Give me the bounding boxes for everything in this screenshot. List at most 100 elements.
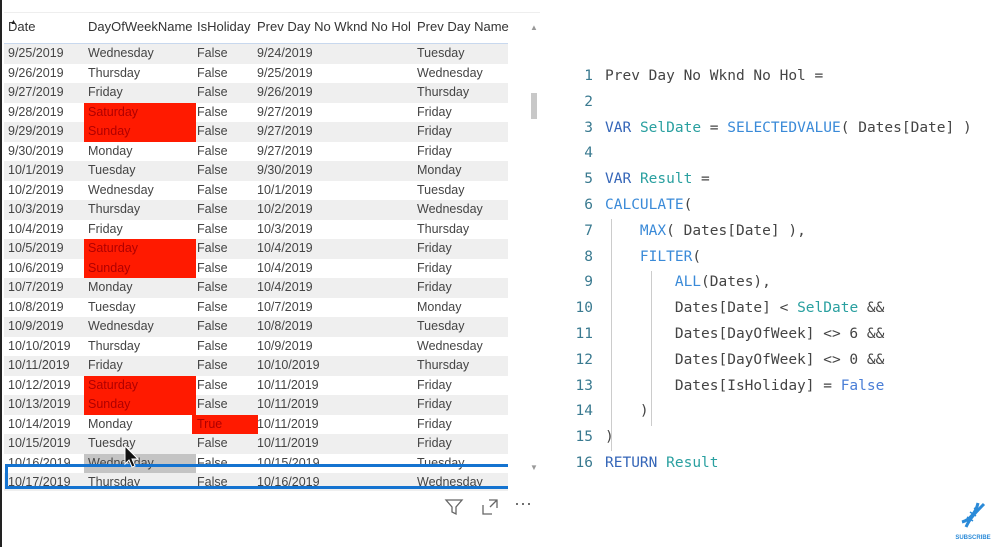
date-cell[interactable]: 10/3/2019: [8, 200, 64, 220]
date-cell[interactable]: 9/30/2019: [8, 142, 64, 162]
prev-day-name-cell[interactable]: Monday: [417, 298, 461, 318]
date-cell[interactable]: 10/4/2019: [8, 220, 64, 240]
prev-day-cell[interactable]: 10/15/2019: [257, 454, 320, 474]
date-cell[interactable]: 9/26/2019: [8, 64, 64, 84]
date-cell[interactable]: 10/7/2019: [8, 278, 64, 298]
date-cell[interactable]: 10/11/2019: [8, 356, 70, 376]
is-holiday-cell[interactable]: False: [192, 220, 258, 240]
prev-day-cell[interactable]: 10/1/2019: [257, 181, 313, 201]
date-cell[interactable]: 9/27/2019: [8, 83, 64, 103]
prev-day-name-cell[interactable]: Friday: [417, 259, 452, 279]
day-name-cell[interactable]: Wednesday: [84, 317, 196, 337]
prev-day-name-cell[interactable]: Friday: [417, 395, 452, 415]
is-holiday-cell[interactable]: False: [192, 278, 258, 298]
more-options-icon[interactable]: ⋯: [514, 494, 532, 515]
day-name-cell[interactable]: Saturday: [84, 102, 196, 122]
is-holiday-cell[interactable]: False: [192, 473, 258, 491]
prev-day-cell[interactable]: 10/9/2019: [257, 337, 313, 357]
is-holiday-cell[interactable]: False: [192, 395, 258, 415]
is-holiday-cell[interactable]: False: [192, 44, 258, 64]
scroll-down-icon[interactable]: ▼: [530, 463, 538, 472]
is-holiday-cell[interactable]: False: [192, 337, 258, 357]
prev-day-cell[interactable]: 9/30/2019: [257, 161, 313, 181]
day-name-cell[interactable]: Thursday: [84, 200, 196, 220]
prev-day-name-cell[interactable]: Thursday: [417, 83, 469, 103]
table-row[interactable]: 10/7/2019 Monday False 10/4/2019 Friday: [4, 278, 508, 298]
table-row[interactable]: 9/25/2019 Wednesday False 9/24/2019 Tuesday: [4, 44, 508, 64]
filter-icon[interactable]: [444, 497, 464, 522]
day-name-cell[interactable]: Tuesday: [84, 161, 196, 181]
day-name-cell[interactable]: Tuesday: [84, 434, 196, 454]
prev-day-cell[interactable]: 9/27/2019: [257, 122, 313, 142]
table-row[interactable]: 10/3/2019 Thursday False 10/2/2019 Wednesday: [4, 200, 508, 220]
scrollbar-thumb[interactable]: [531, 93, 537, 119]
prev-day-name-cell[interactable]: Friday: [417, 122, 452, 142]
prev-day-name-cell[interactable]: Wednesday: [417, 473, 483, 491]
prev-day-name-cell[interactable]: Tuesday: [417, 44, 464, 64]
column-header-prev-day[interactable]: Prev Day No Wknd No Hol: [257, 19, 411, 34]
day-name-cell[interactable]: Tuesday: [84, 298, 196, 318]
date-cell[interactable]: 10/12/2019: [8, 376, 71, 396]
table-row[interactable]: 10/5/2019 Saturday False 10/4/2019 Friday: [4, 239, 508, 259]
date-cell[interactable]: 10/6/2019: [8, 259, 64, 279]
date-cell[interactable]: 10/17/2019: [8, 473, 71, 491]
is-holiday-cell[interactable]: False: [192, 161, 258, 181]
prev-day-cell[interactable]: 10/4/2019: [257, 259, 313, 279]
date-cell[interactable]: 10/8/2019: [8, 298, 64, 318]
prev-day-name-cell[interactable]: Wednesday: [417, 337, 483, 357]
prev-day-cell[interactable]: 10/4/2019: [257, 278, 313, 298]
date-cell[interactable]: 9/29/2019: [8, 122, 64, 142]
focus-mode-icon[interactable]: [480, 497, 500, 522]
is-holiday-cell[interactable]: False: [192, 200, 258, 220]
table-row[interactable]: 10/9/2019 Wednesday False 10/8/2019 Tuesday: [4, 317, 508, 337]
prev-day-cell[interactable]: 9/26/2019: [257, 83, 313, 103]
day-name-cell[interactable]: Wednesday: [84, 44, 196, 64]
prev-day-cell[interactable]: 10/11/2019: [257, 415, 319, 435]
prev-day-name-cell[interactable]: Wednesday: [417, 64, 483, 84]
day-name-cell[interactable]: Friday: [84, 83, 196, 103]
is-holiday-cell[interactable]: False: [192, 259, 258, 279]
scrollbar[interactable]: ▲ ▼: [528, 13, 540, 478]
prev-day-cell[interactable]: 9/27/2019: [257, 142, 313, 162]
prev-day-name-cell[interactable]: Tuesday: [417, 317, 464, 337]
is-holiday-cell[interactable]: False: [192, 103, 258, 123]
day-name-cell[interactable]: Sunday: [84, 122, 196, 142]
day-name-cell[interactable]: Monday: [84, 415, 196, 435]
prev-day-cell[interactable]: 10/3/2019: [257, 220, 313, 240]
prev-day-cell[interactable]: 10/8/2019: [257, 317, 313, 337]
table-row[interactable]: 9/28/2019 Saturday False 9/27/2019 Friday: [4, 102, 508, 123]
is-holiday-cell[interactable]: False: [192, 64, 258, 84]
prev-day-name-cell[interactable]: Friday: [417, 278, 452, 298]
prev-day-cell[interactable]: 10/4/2019: [257, 239, 313, 259]
day-name-cell[interactable]: Sunday: [84, 258, 196, 278]
prev-day-name-cell[interactable]: Friday: [417, 103, 452, 123]
is-holiday-cell[interactable]: False: [192, 239, 258, 259]
prev-day-name-cell[interactable]: Friday: [417, 239, 452, 259]
table-row[interactable]: 10/13/2019 Sunday False 10/11/2019 Friday: [4, 395, 508, 415]
is-holiday-cell[interactable]: False: [192, 181, 258, 201]
column-header-prev-day-name[interactable]: Prev Day Name: [417, 19, 509, 34]
prev-day-name-cell[interactable]: Thursday: [417, 356, 469, 376]
prev-day-cell[interactable]: 9/27/2019: [257, 103, 313, 123]
day-name-cell[interactable]: Thursday: [84, 473, 196, 491]
prev-day-cell[interactable]: 10/7/2019: [257, 298, 313, 318]
prev-day-cell[interactable]: 10/16/2019: [257, 473, 320, 491]
is-holiday-cell[interactable]: False: [192, 122, 258, 142]
is-holiday-cell[interactable]: False: [192, 356, 258, 376]
table-row[interactable]: 10/6/2019 Sunday False 10/4/2019 Friday: [4, 258, 508, 279]
day-name-cell[interactable]: Sunday: [84, 395, 196, 415]
is-holiday-cell[interactable]: False: [192, 376, 258, 396]
day-name-cell[interactable]: Saturday: [84, 375, 196, 395]
prev-day-cell[interactable]: 10/10/2019: [257, 356, 320, 376]
scroll-up-icon[interactable]: ▲: [530, 23, 538, 32]
date-cell[interactable]: 10/5/2019: [8, 239, 64, 259]
prev-day-name-cell[interactable]: Friday: [417, 142, 452, 162]
day-name-cell[interactable]: Monday: [84, 278, 196, 298]
prev-day-cell[interactable]: 10/11/2019: [257, 376, 319, 396]
date-cell[interactable]: 10/10/2019: [8, 337, 71, 357]
column-header-isholiday[interactable]: IsHoliday: [197, 19, 250, 34]
table-row[interactable]: 10/17/2019 Thursday False 10/16/2019 Wednesd…: [4, 473, 508, 491]
table-row[interactable]: 10/8/2019 Tuesday False 10/7/2019 Monday: [4, 298, 508, 318]
prev-day-cell[interactable]: 10/11/2019: [257, 395, 319, 415]
date-cell[interactable]: 10/9/2019: [8, 317, 64, 337]
